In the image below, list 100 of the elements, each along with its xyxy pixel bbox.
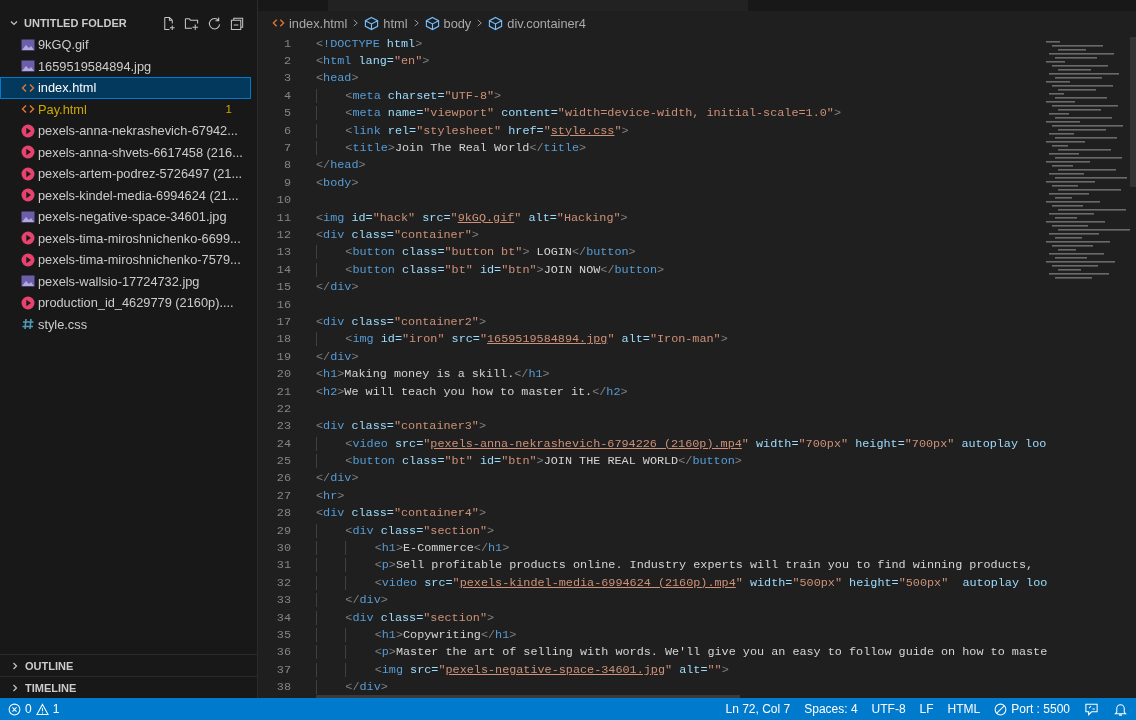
line-number: 35 bbox=[275, 627, 291, 642]
line-number: 28 bbox=[275, 506, 291, 521]
line-number: 27 bbox=[275, 488, 291, 503]
line-number: 16 bbox=[275, 297, 291, 312]
code-line: <img id="hack" src="9kGQ.gif" alt="Hacking"> bbox=[316, 210, 628, 225]
bell-icon[interactable] bbox=[1113, 701, 1128, 717]
code-line: <body> bbox=[316, 175, 359, 190]
file-item[interactable]: pexels-anna-shvets-6617458 (216... bbox=[0, 141, 251, 163]
line-number: 9 bbox=[282, 175, 291, 190]
line-number: 3 bbox=[282, 71, 291, 86]
file-item[interactable]: pexels-wallsio-17724732.jpg bbox=[0, 270, 251, 292]
file-item[interactable]: style.css bbox=[0, 313, 251, 335]
collapse-all-icon[interactable] bbox=[230, 15, 245, 31]
problem-count: 1 bbox=[225, 103, 232, 116]
line-number: 8 bbox=[282, 158, 291, 173]
code-line: <div class="container2"> bbox=[316, 314, 486, 329]
play-icon bbox=[21, 123, 35, 138]
line-number: 11 bbox=[275, 210, 291, 225]
refresh-icon[interactable] bbox=[207, 15, 222, 31]
cube-icon bbox=[424, 15, 440, 31]
code-line: </div> bbox=[316, 471, 359, 486]
code-line: <title>Join The Real World</title> bbox=[316, 141, 587, 156]
line-number: 13 bbox=[275, 245, 291, 260]
line-number: 36 bbox=[275, 645, 291, 660]
line-number: 5 bbox=[282, 106, 291, 121]
code-line: <hr> bbox=[316, 488, 345, 503]
image-icon bbox=[21, 60, 35, 73]
file-item[interactable]: pexels-tima-miroshnichenko-6699... bbox=[0, 227, 251, 249]
image-icon bbox=[21, 38, 35, 51]
play-icon bbox=[21, 166, 35, 181]
code-line: <!DOCTYPE html> bbox=[316, 36, 423, 51]
code-line: <h1>Copywriting</h1> bbox=[316, 627, 517, 642]
chevron-icon bbox=[412, 18, 420, 28]
new-folder-icon[interactable] bbox=[184, 15, 199, 31]
file-item[interactable]: 9kGQ.gif bbox=[0, 34, 251, 56]
code-line: </head> bbox=[316, 158, 366, 173]
file-item[interactable]: pexels-negative-space-34601.jpg bbox=[0, 206, 251, 228]
warning-icon bbox=[35, 702, 49, 716]
indentation-status[interactable]: Spaces: 4 bbox=[804, 702, 858, 716]
code-line: <h2>We will teach you how to master it.</h2> bbox=[316, 384, 628, 399]
line-number: 23 bbox=[275, 419, 291, 434]
code-line: <div class="section"> bbox=[316, 610, 495, 625]
breadcrumb-item[interactable]: body bbox=[424, 15, 472, 31]
scrollbar-thumb[interactable] bbox=[316, 695, 740, 698]
code-line: <button class="button bt"> LOGIN</button> bbox=[316, 245, 636, 260]
chevron-icon bbox=[352, 18, 360, 28]
line-number: 4 bbox=[282, 88, 291, 103]
line-ending-status[interactable]: LF bbox=[919, 702, 934, 716]
code-line: </div> bbox=[316, 280, 359, 295]
code-line: <head> bbox=[316, 71, 359, 86]
cube-icon bbox=[488, 15, 504, 31]
line-number: 29 bbox=[275, 523, 291, 538]
line-number: 21 bbox=[275, 384, 291, 399]
code-line: <button class="bt" id="btn">JOIN NOW</button> bbox=[316, 262, 665, 277]
code-line: <link rel="stylesheet" href="style.css"> bbox=[316, 123, 629, 138]
file-item[interactable]: Pay.html 1 bbox=[0, 98, 251, 120]
line-number: 24 bbox=[275, 436, 291, 451]
error-icon bbox=[8, 702, 21, 716]
line-number: 2 bbox=[282, 54, 291, 69]
chevron-icon[interactable] bbox=[9, 18, 19, 28]
code-line: <meta name="viewport" content="width=device-width, initial-scale=1.0"> bbox=[316, 106, 841, 121]
line-number: 7 bbox=[282, 141, 291, 156]
line-number: 15 bbox=[275, 280, 291, 295]
play-icon bbox=[21, 295, 35, 310]
line-number: 19 bbox=[275, 349, 291, 364]
encoding-status[interactable]: UTF-8 bbox=[871, 702, 906, 716]
file-item[interactable]: production_id_4629779 (2160p).... bbox=[0, 292, 251, 314]
breadcrumb-item[interactable]: div.container4 bbox=[488, 15, 586, 31]
code-line: <html lang="en"> bbox=[316, 54, 430, 69]
problems-status[interactable]: 0 1 bbox=[8, 702, 60, 716]
panel-header[interactable]: OUTLINE bbox=[0, 654, 257, 676]
folder-title[interactable]: UNTITLED FOLDER bbox=[24, 17, 161, 29]
code-line: <div class="container"> bbox=[316, 228, 479, 242]
file-item[interactable]: pexels-artem-podrez-5726497 (21... bbox=[0, 163, 251, 185]
language-mode[interactable]: HTML bbox=[947, 702, 981, 716]
code-line: <p>Master the art of selling with words. We'll give you an easy to follow guide on how to maste bbox=[316, 645, 1048, 660]
file-item[interactable]: index.html bbox=[0, 77, 251, 99]
file-item[interactable]: 1659519584894.jpg bbox=[0, 55, 251, 77]
line-number: 10 bbox=[275, 193, 291, 208]
image-icon bbox=[21, 275, 35, 288]
cursor-position[interactable]: Ln 72, Col 7 bbox=[725, 702, 791, 716]
code-line: <div class="container4"> bbox=[316, 506, 486, 521]
live-server-port[interactable]: Port : 5500 bbox=[994, 702, 1070, 716]
chevron-icon bbox=[476, 18, 484, 28]
breadcrumb-item[interactable]: index.html bbox=[272, 15, 348, 31]
feedback-icon[interactable] bbox=[1084, 701, 1099, 717]
breadcrumb-item[interactable]: html bbox=[364, 15, 408, 31]
line-number: 30 bbox=[275, 541, 291, 555]
line-number: 32 bbox=[275, 575, 291, 590]
new-file-icon[interactable] bbox=[161, 15, 176, 31]
play-icon bbox=[21, 145, 35, 160]
file-item[interactable]: pexels-tima-miroshnichenko-7579... bbox=[0, 249, 251, 271]
file-item[interactable]: pexels-kindel-media-6994624 (21... bbox=[0, 184, 251, 206]
play-icon bbox=[21, 252, 35, 267]
file-item[interactable]: pexels-anna-nekrashevich-67942... bbox=[0, 120, 251, 142]
code-line: <button class="bt" id="btn">JOIN THE REAL WORLD</button> bbox=[316, 454, 742, 469]
line-number: 17 bbox=[275, 314, 291, 329]
code-icon bbox=[272, 18, 285, 28]
play-icon bbox=[21, 231, 35, 246]
line-number: 1 bbox=[282, 36, 291, 51]
